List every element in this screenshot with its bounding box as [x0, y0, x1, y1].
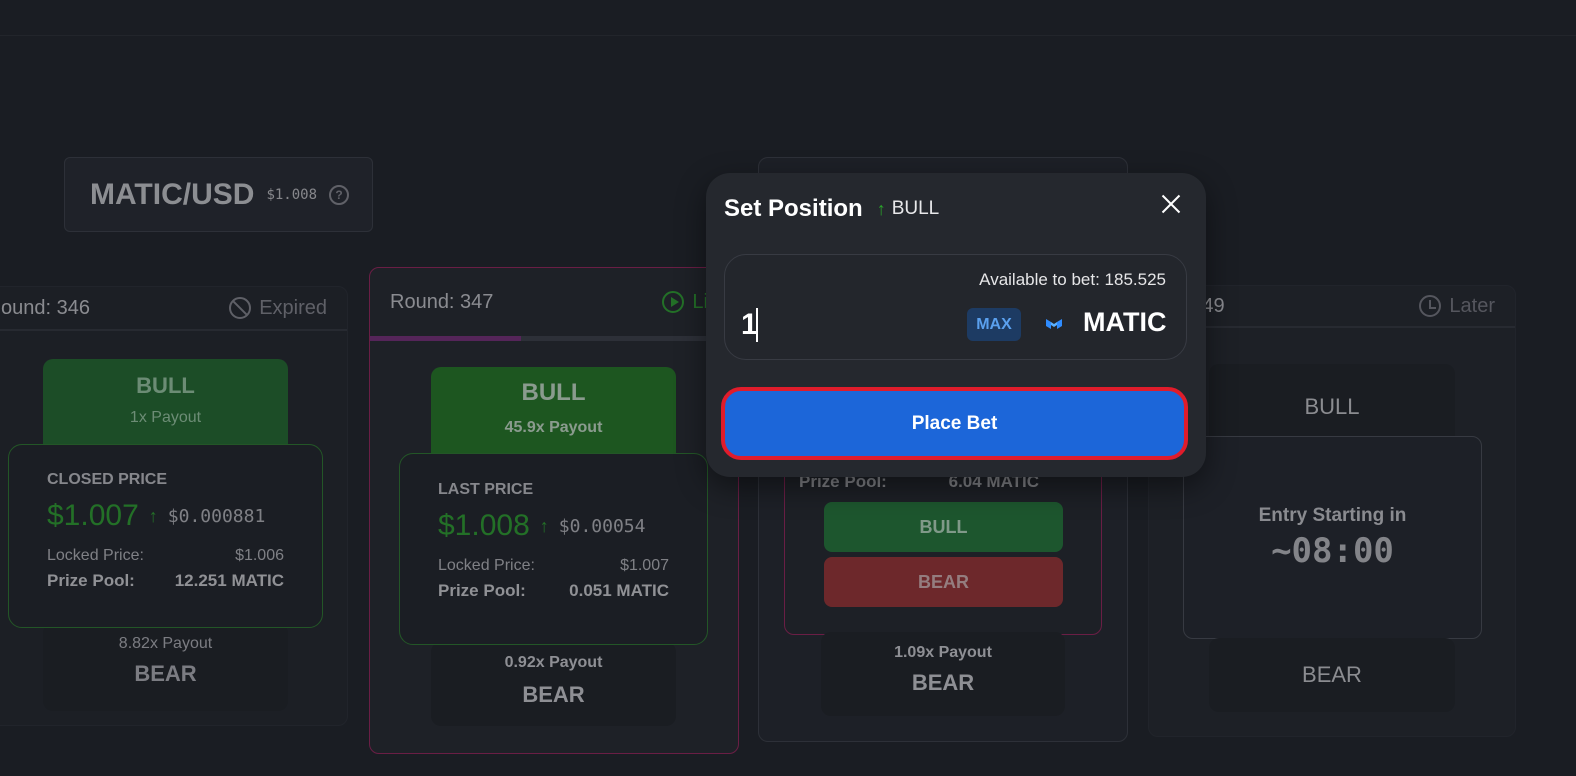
- entry-label: Entry Starting in: [1258, 504, 1407, 526]
- enter-bear-button[interactable]: BEAR: [824, 557, 1063, 607]
- prize-pool-value: 12.251 MATIC: [174, 571, 284, 590]
- bear-block: 1.09x Payout BEAR: [821, 632, 1065, 716]
- place-bet-button[interactable]: Place Bet: [721, 387, 1188, 460]
- expired-status: Expired: [229, 297, 327, 320]
- bear-block: BEAR: [1209, 638, 1455, 712]
- prize-pool-row: Prize Pool: 0.051 MATIC: [438, 581, 669, 601]
- bear-label: BEAR: [1302, 662, 1362, 687]
- locked-price-value: $1.006: [235, 547, 284, 564]
- round-title: ound: 346: [1, 296, 90, 319]
- price-change: $0.00054: [558, 515, 646, 537]
- token-label: MATIC: [1083, 307, 1167, 337]
- price-row: $1.007 ↑ $0.000881: [47, 499, 284, 533]
- later-status: Later: [1419, 295, 1495, 318]
- locked-price-row: Locked Price: $1.006: [47, 547, 284, 565]
- entry-countdown: Entry Starting in ~08:00: [1183, 436, 1482, 639]
- price-title: LAST PRICE: [438, 481, 534, 498]
- help-icon[interactable]: ?: [329, 184, 350, 205]
- prize-pool-label: Prize Pool:: [47, 571, 135, 590]
- max-button[interactable]: MAX: [967, 308, 1021, 341]
- arrow-up-icon: ↑: [148, 505, 158, 526]
- arrow-up-icon: ↑: [876, 198, 886, 219]
- bear-label: BEAR: [522, 682, 585, 707]
- available-balance: Available to bet: 185.525: [979, 270, 1166, 289]
- banned-icon: [229, 297, 252, 319]
- modal-header: Set Position ↑ BULL: [724, 195, 1188, 223]
- locked-price-label: Locked Price:: [47, 547, 144, 564]
- closed-price: $1.007: [47, 499, 139, 532]
- price-change: $0.000881: [167, 505, 266, 527]
- direction-badge: ↑ BULL: [877, 198, 940, 220]
- progress-fill: [370, 336, 521, 341]
- text-caret: [756, 308, 758, 342]
- round-progress-bar: [370, 336, 738, 341]
- bull-label: BULL: [136, 373, 195, 398]
- status-label: Expired: [259, 296, 327, 319]
- bear-payout: 8.82x Payout: [118, 635, 213, 652]
- price-row: $1.008 ↑ $0.00054: [438, 509, 669, 543]
- round-title: Round: 347: [390, 290, 494, 313]
- price-title: CLOSED PRICE: [47, 471, 168, 488]
- locked-price-row: Locked Price: $1.007: [438, 557, 669, 575]
- bull-payout: 1x Payout: [129, 409, 202, 426]
- bear-block: 0.92x Payout BEAR: [431, 642, 676, 726]
- matic-token-icon: [1046, 319, 1062, 329]
- top-bar: [0, 0, 1576, 36]
- last-price-box: LAST PRICE $1.008 ↑ $0.00054 Locked Pric…: [399, 453, 708, 645]
- round-card-347: Round: 347 Liv BULL 45.9x Payout 0.92x P…: [369, 267, 739, 754]
- bull-block: BULL 45.9x Payout: [431, 367, 676, 467]
- entry-timer: ~08:00: [1271, 530, 1394, 571]
- prize-pool-row: Prize Pool: 12.251 MATIC: [47, 571, 284, 591]
- card-header: ound: 346 Expired: [0, 287, 347, 331]
- direction-label: BULL: [891, 198, 940, 219]
- bear-block: 8.82x Payout BEAR: [43, 623, 288, 711]
- bull-label: BULL: [521, 379, 586, 406]
- bear-payout: 0.92x Payout: [504, 654, 603, 671]
- card-header: Round: 347 Liv: [370, 268, 738, 336]
- pair-title: MATIC/USD: [90, 177, 255, 211]
- set-position-modal: Set Position ↑ BULL Available to bet: 18…: [706, 173, 1206, 477]
- prize-pool-value: 0.051 MATIC: [569, 581, 669, 600]
- current-price: $1.008: [266, 186, 318, 203]
- bear-label: BEAR: [911, 670, 975, 695]
- clock-icon: [1419, 295, 1442, 317]
- modal-title: Set Position: [724, 195, 863, 222]
- bear-payout: 1.09x Payout: [894, 644, 992, 661]
- price-pill: MATIC/USD $1.008 ?: [64, 157, 373, 232]
- locked-price-label: Locked Price:: [438, 557, 535, 574]
- bull-payout: 45.9x Payout: [504, 419, 603, 436]
- amount-box: Available to bet: 185.525 MAX MATIC: [724, 254, 1187, 360]
- enter-bull-button[interactable]: BULL: [824, 502, 1063, 552]
- locked-price-value: $1.007: [620, 557, 669, 574]
- arrow-up-icon: ↑: [539, 515, 549, 536]
- bull-label: BULL: [1304, 394, 1360, 419]
- last-price: $1.008: [438, 509, 530, 542]
- status-label: Later: [1449, 294, 1495, 317]
- close-icon[interactable]: [1156, 189, 1186, 219]
- closed-price-box: CLOSED PRICE $1.007 ↑ $0.000881 Locked P…: [8, 444, 323, 628]
- prize-pool-label: Prize Pool:: [438, 581, 526, 600]
- play-icon: [662, 291, 685, 313]
- bear-label: BEAR: [134, 661, 197, 686]
- bet-amount-input[interactable]: [741, 305, 891, 345]
- round-card-346: ound: 346 Expired BULL 1x Payout 8.82x P…: [0, 286, 348, 726]
